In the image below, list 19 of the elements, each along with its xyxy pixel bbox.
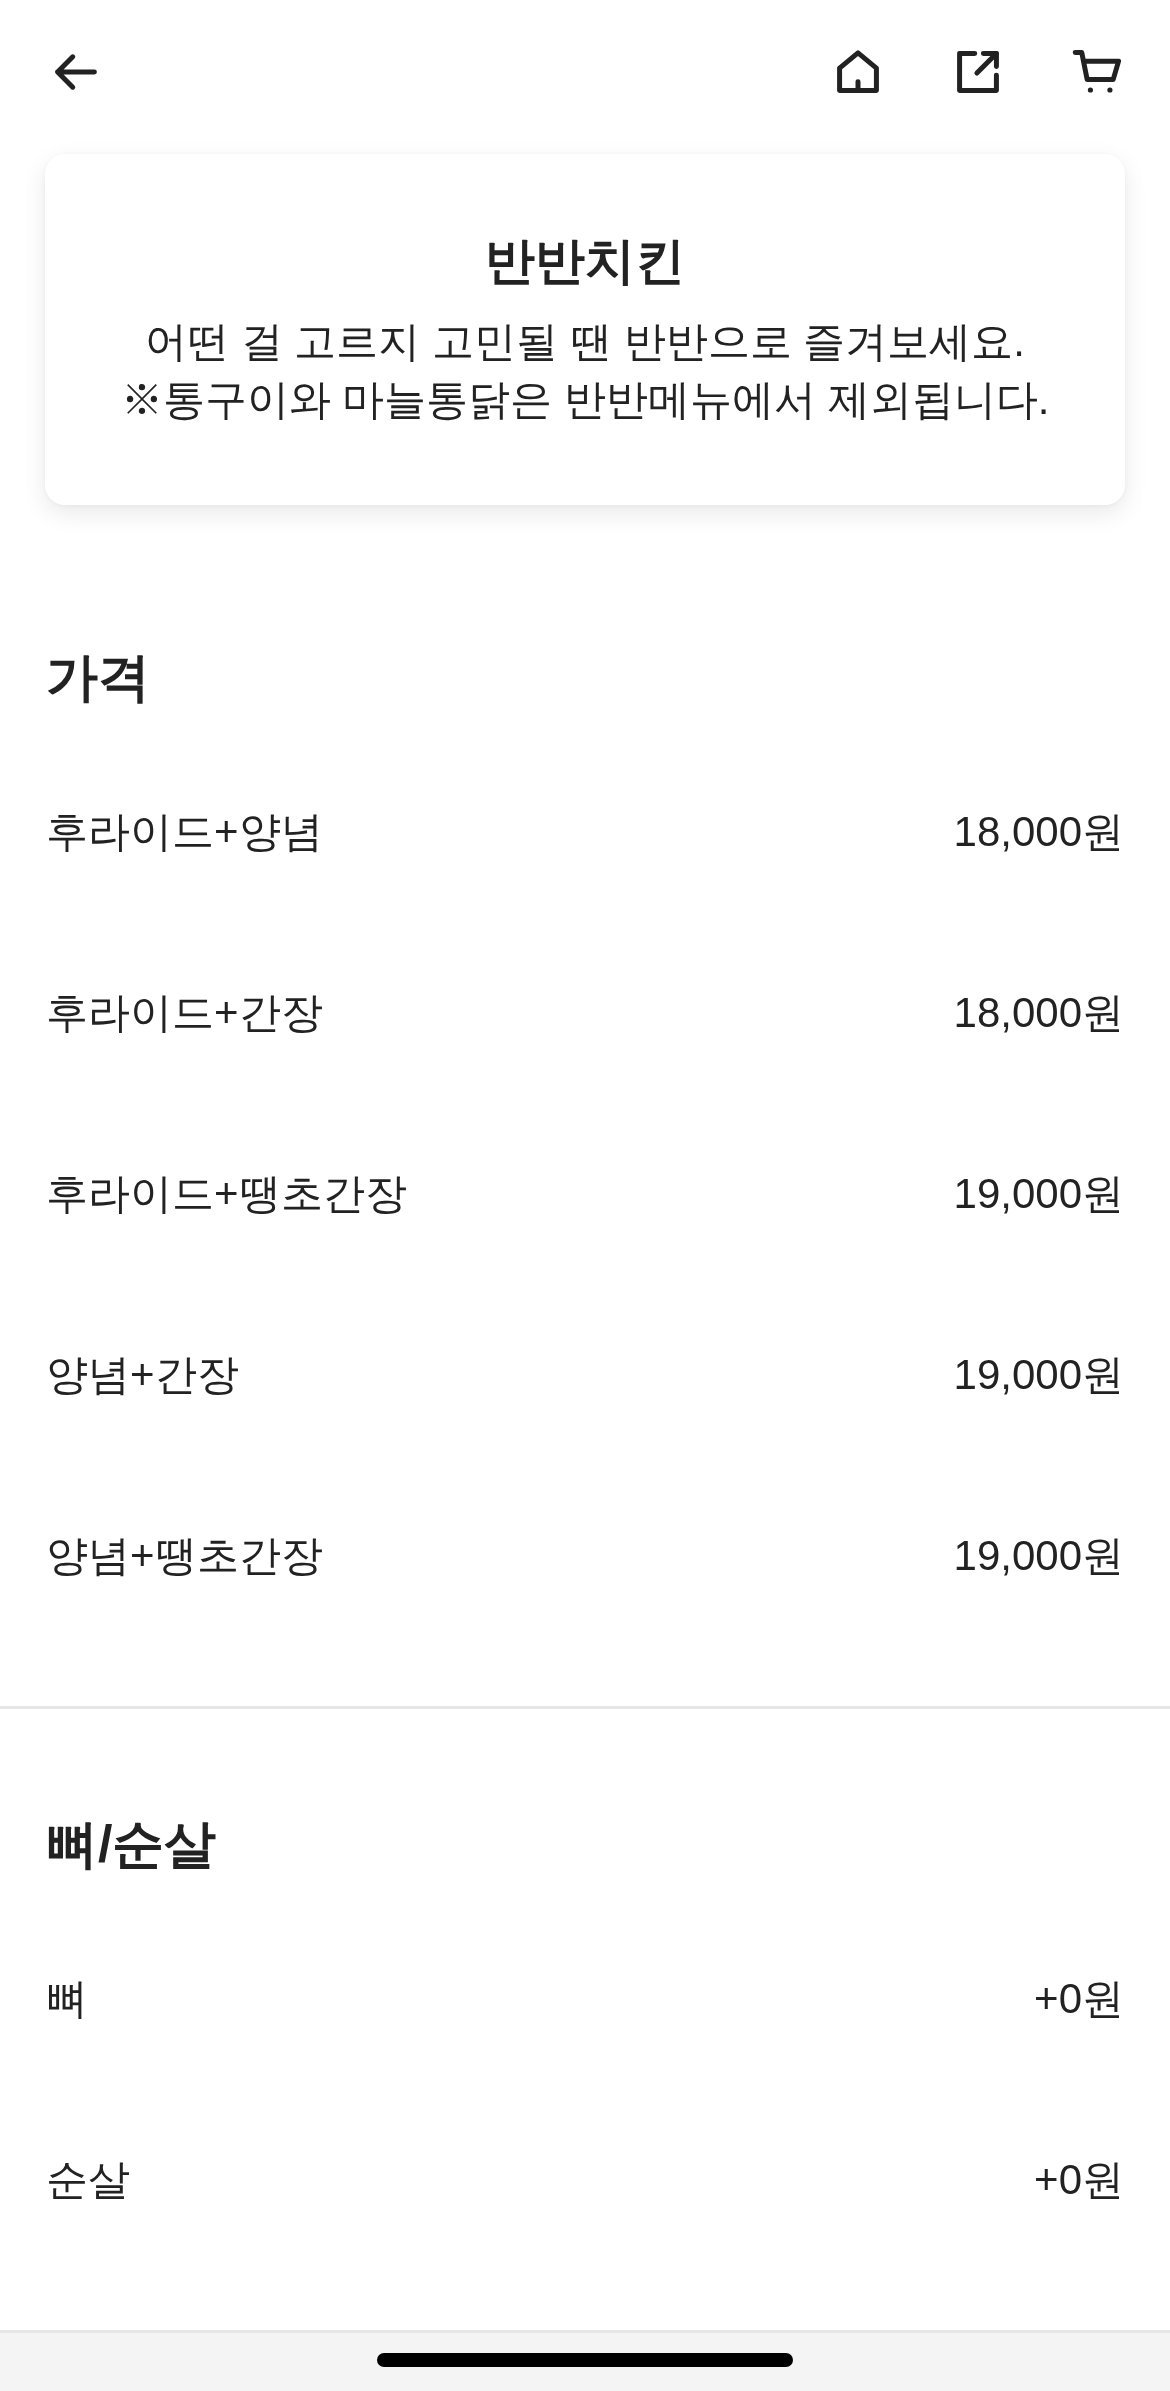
option-price: 18,000원 — [953, 987, 1124, 1038]
option-name: 양념+땡초간장 — [46, 1530, 323, 1581]
menu-description: ※통구이와 마늘통닭은 반반메뉴에서 제외됩니다. — [120, 374, 1050, 425]
section-heading: 가격 — [46, 647, 150, 708]
option-price: +0원 — [1034, 2154, 1124, 2205]
option-price: 19,000원 — [953, 1530, 1124, 1581]
option-name: 후라이드+양념 — [46, 806, 323, 857]
menu-description: 어떤 걸 고르지 고민될 땐 반반으로 즐겨보세요. — [145, 316, 1025, 367]
option-name: 순살 — [46, 2154, 130, 2205]
option-price: +0원 — [1034, 1973, 1124, 2024]
option-name: 후라이드+간장 — [46, 987, 323, 1038]
option-price: 18,000원 — [953, 806, 1124, 857]
option-price: 19,000원 — [953, 1168, 1124, 1219]
option-name: 양념+간장 — [46, 1349, 239, 1400]
option-name: 뼈 — [46, 1973, 88, 2024]
option-price: 19,000원 — [953, 1349, 1124, 1400]
section-heading: 뼈/순살 — [46, 1814, 217, 1875]
option-name: 후라이드+땡초간장 — [46, 1168, 407, 1219]
menu-title: 반반치킨 — [485, 231, 685, 291]
